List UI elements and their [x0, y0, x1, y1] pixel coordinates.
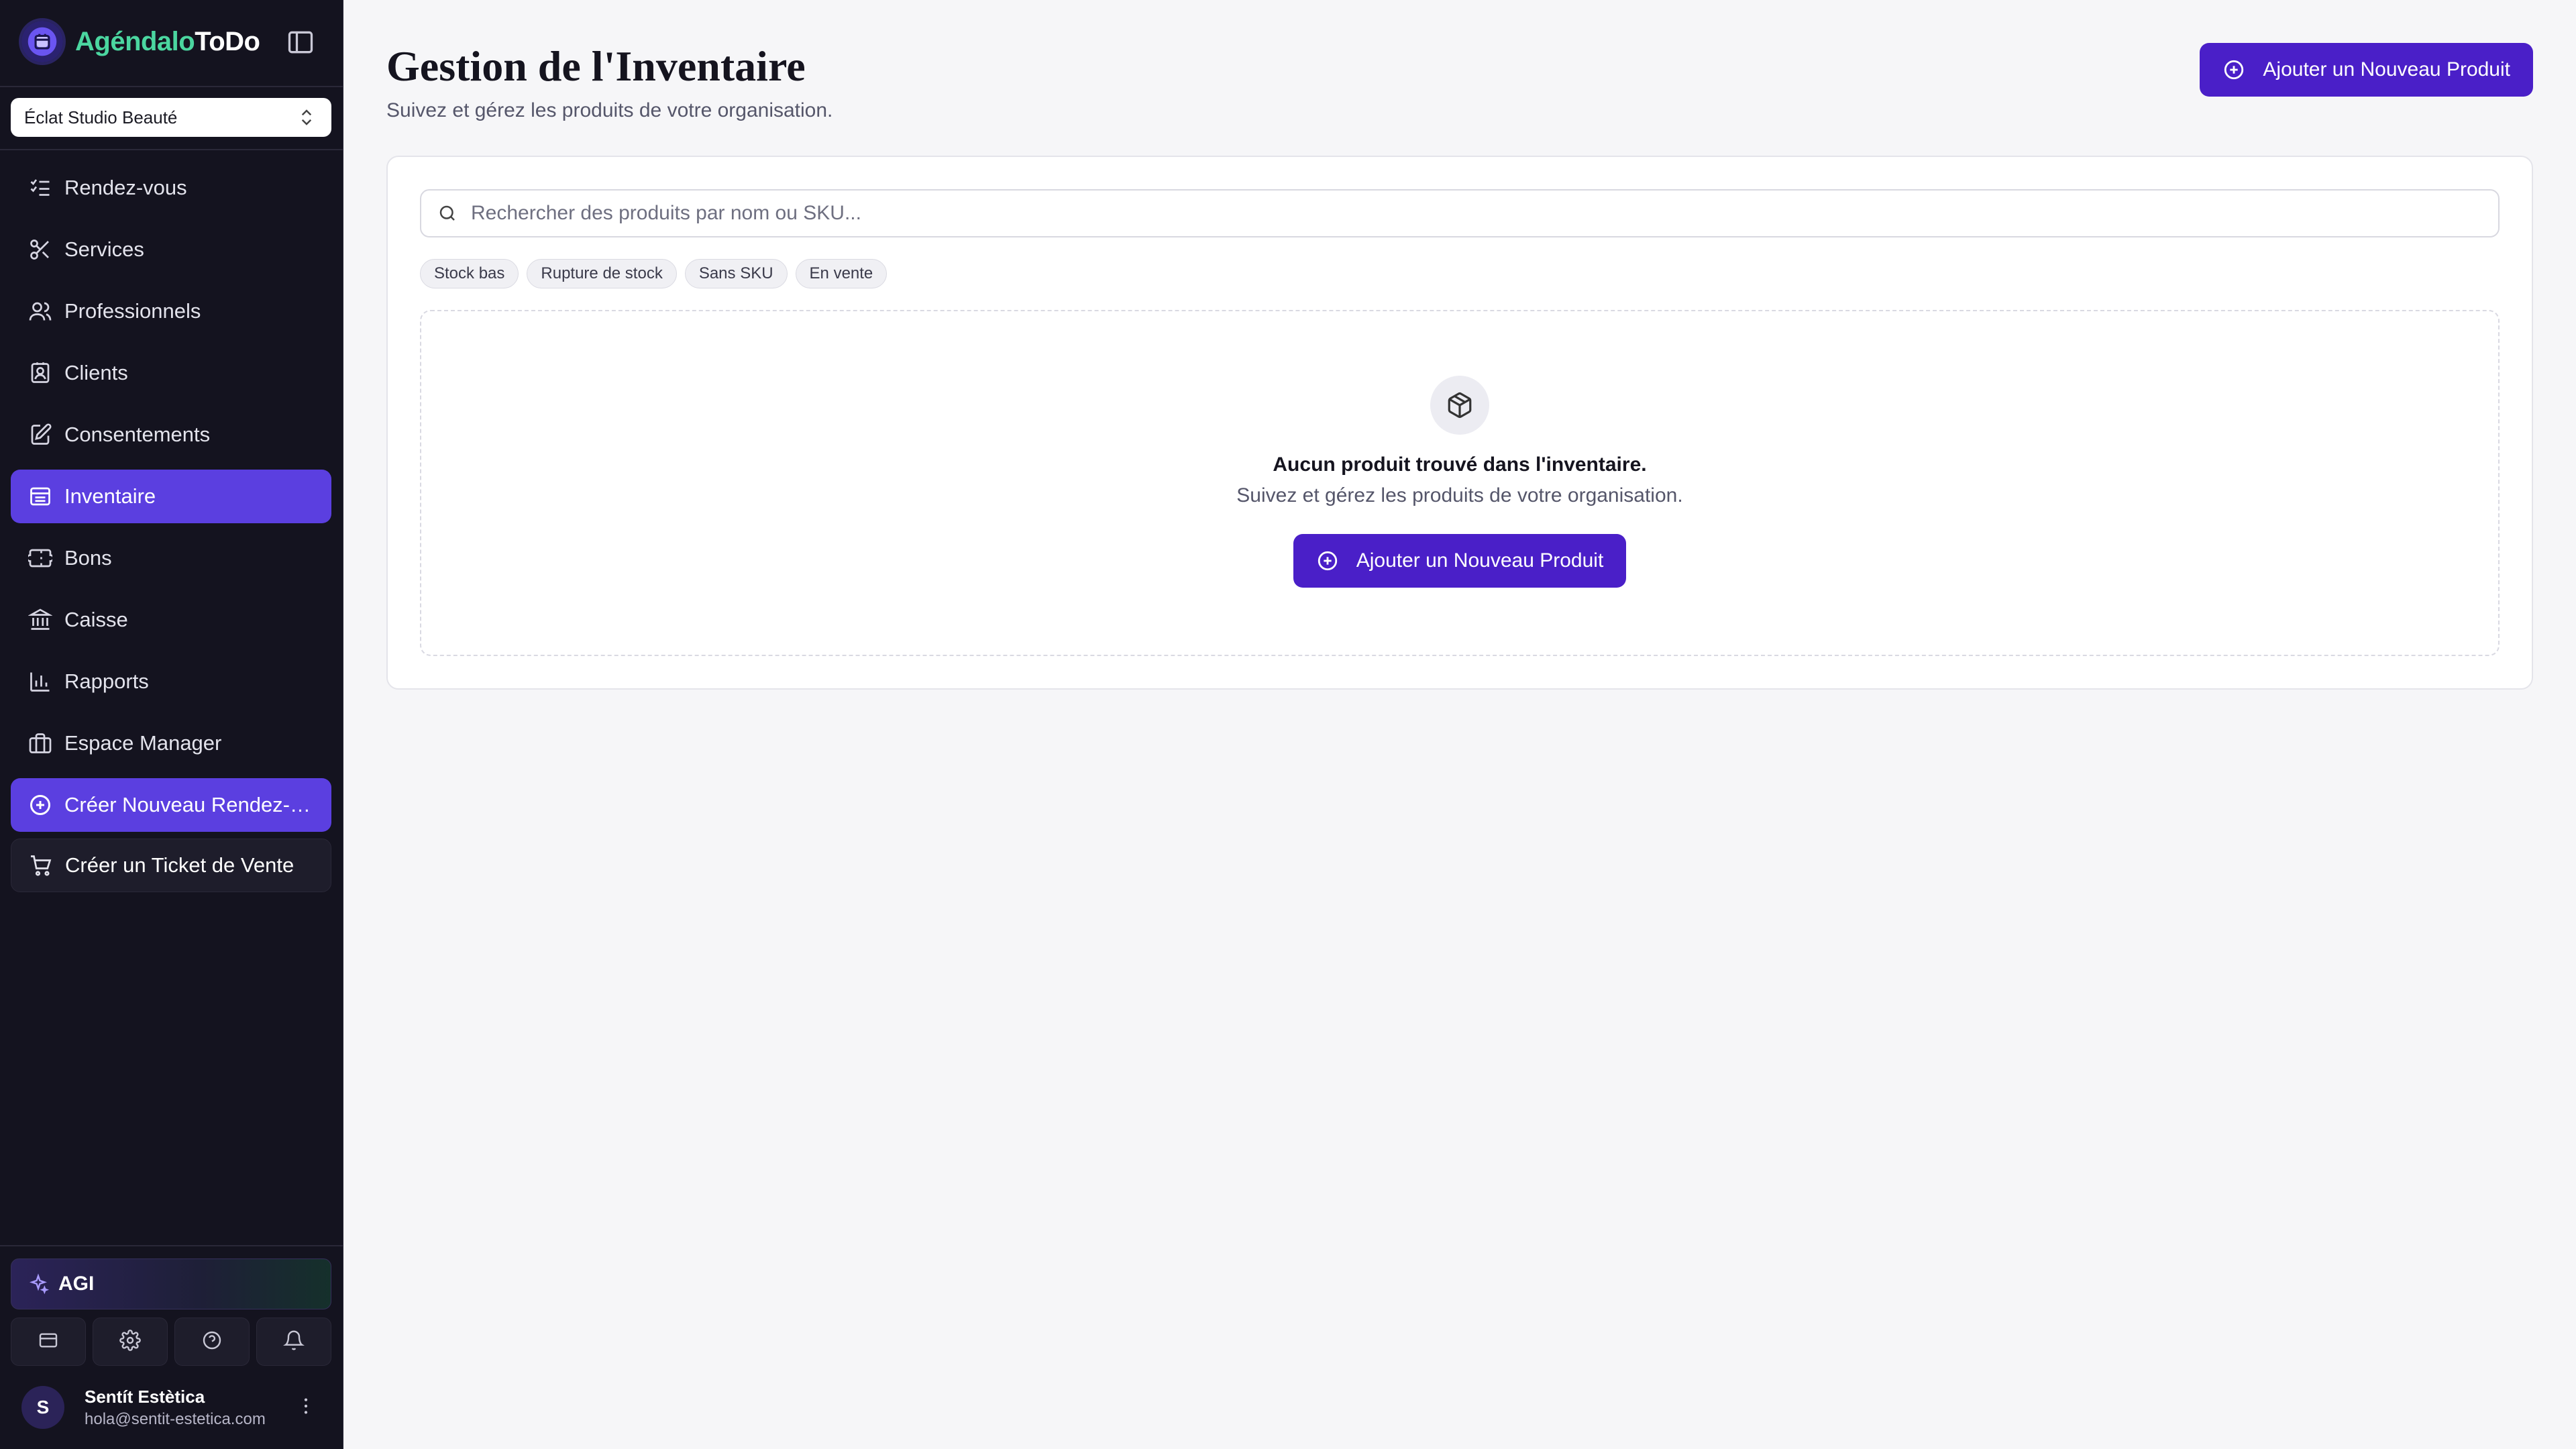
sidebar-item-services[interactable]: Services	[11, 223, 331, 276]
list-checks-icon	[27, 174, 54, 201]
page-subtitle: Suivez et gérez les produits de votre or…	[386, 99, 833, 121]
sidebar-item-label: Clients	[64, 361, 128, 384]
sidebar-toggle-icon[interactable]	[285, 27, 316, 58]
organization-select[interactable]: Éclat Studio Beauté	[11, 98, 331, 137]
filter-chip-out-of-stock[interactable]: Rupture de stock	[527, 259, 677, 288]
sidebar-tools	[11, 1318, 331, 1366]
inventory-card: Stock bas Rupture de stock Sans SKU En v…	[386, 156, 2533, 690]
contact-icon	[27, 360, 54, 386]
brand-name-part1: Agéndalo	[75, 26, 195, 56]
page-title: Gestion de l'Inventaire	[386, 42, 806, 90]
empty-add-product-label: Ajouter un Nouveau Produit	[1356, 549, 1604, 572]
filter-chips: Stock bas Rupture de stock Sans SKU En v…	[420, 259, 888, 288]
agi-label: AGI	[58, 1273, 95, 1295]
filter-chip-on-sale[interactable]: En vente	[795, 259, 888, 288]
user-profile[interactable]: S Sentít Estètica hola@sentit-estetica.c…	[21, 1381, 330, 1434]
main-content: Gestion de l'Inventaire Suivez et gérez …	[343, 0, 2576, 1449]
shopping-cart-icon	[28, 852, 54, 879]
sidebar-item-label: Espace Manager	[64, 731, 222, 755]
filter-chip-low-stock[interactable]: Stock bas	[420, 259, 519, 288]
help-button[interactable]	[174, 1318, 250, 1366]
users-icon	[27, 298, 54, 325]
add-product-button[interactable]: Ajouter un Nouveau Produit	[2200, 43, 2533, 97]
bell-icon	[283, 1330, 305, 1354]
user-info: Sentít Estètica hola@sentit-estetica.com	[85, 1387, 266, 1429]
scissors-icon	[27, 236, 54, 263]
brand[interactable]: AgéndaloToDo	[21, 20, 323, 63]
divider	[0, 149, 343, 150]
create-sale-ticket-button[interactable]: Créer un Ticket de Vente	[11, 839, 331, 892]
ticket-icon	[27, 545, 54, 572]
sidebar-nav: Rendez-vous Services Professionnels Clie…	[11, 161, 331, 778]
empty-state-title: Aucun produit trouvé dans l'inventaire.	[1273, 453, 1647, 476]
archive-icon	[27, 483, 54, 510]
briefcase-icon	[27, 730, 54, 757]
sparkles-icon	[28, 1273, 49, 1295]
bar-chart-icon	[27, 668, 54, 695]
billing-button[interactable]	[11, 1318, 86, 1366]
empty-state-subtitle: Suivez et gérez les produits de votre or…	[1236, 484, 1683, 506]
sidebar-item-label: Bons	[64, 546, 112, 570]
organization-select-value: Éclat Studio Beauté	[24, 107, 178, 127]
more-vertical-icon[interactable]	[295, 1395, 317, 1420]
plus-circle-icon	[27, 792, 54, 818]
create-appointment-button[interactable]: Créer Nouveau Rendez-vous	[11, 778, 331, 832]
empty-add-product-button[interactable]: Ajouter un Nouveau Produit	[1293, 534, 1627, 588]
user-email: hola@sentit-estetica.com	[85, 1409, 266, 1428]
search-icon	[437, 203, 458, 223]
gear-icon	[119, 1329, 141, 1354]
brand-name-part2: ToDo	[195, 26, 260, 56]
sidebar-item-label: Rapports	[64, 669, 149, 693]
sidebar-item-label: Services	[64, 237, 144, 261]
sidebar-item-clients[interactable]: Clients	[11, 346, 331, 400]
sidebar-item-bons[interactable]: Bons	[11, 531, 331, 585]
create-appointment-label: Créer Nouveau Rendez-vous	[64, 793, 315, 816]
divider	[0, 86, 343, 87]
avatar: S	[21, 1386, 64, 1429]
bank-icon	[27, 606, 54, 633]
sidebar-item-caisse[interactable]: Caisse	[11, 593, 331, 647]
sidebar-item-label: Professionnels	[64, 299, 201, 323]
plus-circle-icon	[1316, 549, 1339, 572]
filter-chip-no-sku[interactable]: Sans SKU	[684, 259, 788, 288]
agi-button[interactable]: AGI	[11, 1258, 331, 1309]
brand-logo-icon	[21, 21, 63, 62]
chevron-up-down-icon	[297, 107, 317, 132]
sidebar-item-inventaire[interactable]: Inventaire	[11, 470, 331, 523]
create-sale-ticket-label: Créer un Ticket de Vente	[65, 853, 294, 877]
file-signature-icon	[27, 421, 54, 448]
sidebar-item-consentements[interactable]: Consentements	[11, 408, 331, 462]
sidebar-item-label: Consentements	[64, 423, 211, 446]
sidebar-item-label: Caisse	[64, 608, 128, 631]
sidebar-item-label: Rendez-vous	[64, 176, 187, 199]
package-icon	[1430, 376, 1489, 435]
sidebar-item-rendez-vous[interactable]: Rendez-vous	[11, 161, 331, 215]
sidebar: AgéndaloToDo Éclat Studio Beauté Rendez-…	[0, 0, 343, 1449]
search-box[interactable]	[420, 189, 2500, 237]
sidebar-item-label: Inventaire	[64, 484, 156, 508]
sidebar-item-espace-manager[interactable]: Espace Manager	[11, 716, 331, 770]
credit-card-icon	[38, 1330, 59, 1354]
add-product-label: Ajouter un Nouveau Produit	[2263, 58, 2510, 80]
help-icon	[201, 1330, 223, 1354]
divider	[0, 1245, 343, 1246]
sidebar-item-rapports[interactable]: Rapports	[11, 655, 331, 708]
settings-button[interactable]	[93, 1318, 168, 1366]
search-input[interactable]	[471, 202, 2482, 225]
plus-circle-icon	[2222, 58, 2245, 81]
sidebar-item-professionnels[interactable]: Professionnels	[11, 284, 331, 338]
empty-state: Aucun produit trouvé dans l'inventaire. …	[420, 310, 2500, 656]
notifications-button[interactable]	[256, 1318, 331, 1366]
brand-name: AgéndaloToDo	[75, 27, 260, 57]
user-name: Sentít Estètica	[85, 1386, 205, 1407]
